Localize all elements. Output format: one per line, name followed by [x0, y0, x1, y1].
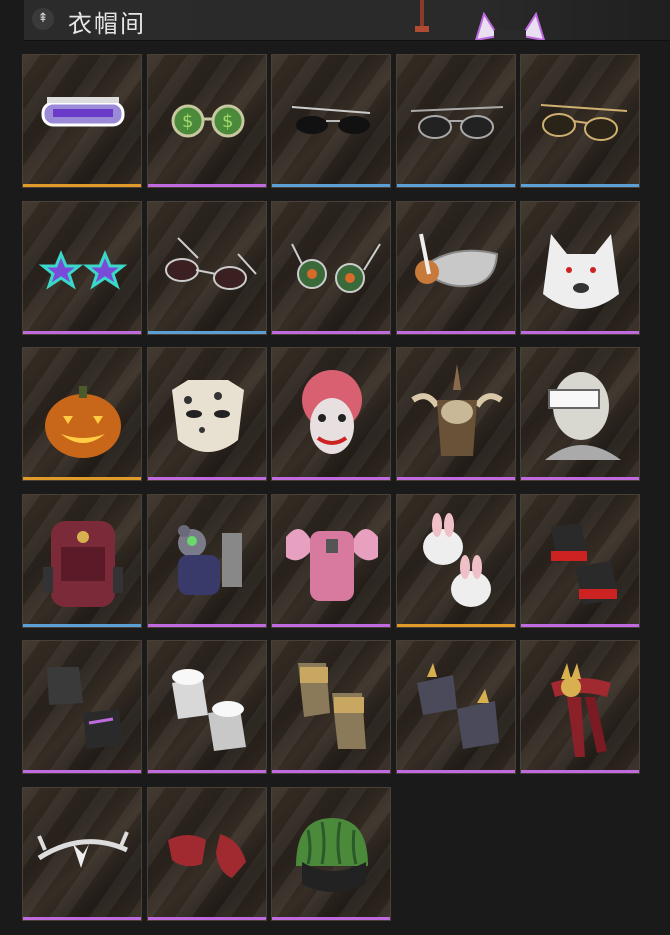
item-slot[interactable]	[520, 493, 641, 628]
rarity-bar	[396, 623, 515, 627]
horned-tribal-helmet-icon	[411, 364, 503, 456]
rarity-bar	[396, 330, 515, 334]
pink-wing-backpack-icon	[286, 528, 379, 601]
item-slot[interactable]	[146, 786, 267, 921]
star-glasses-icon	[38, 249, 128, 290]
item-slot[interactable]	[271, 493, 392, 628]
item-slot[interactable]	[146, 347, 267, 481]
rarity-bar	[521, 770, 640, 773]
item-slot[interactable]	[271, 54, 392, 188]
character-preview-deco	[415, 0, 429, 32]
item-slot[interactable]	[271, 347, 392, 481]
spiked-bracers-icon	[416, 663, 499, 749]
bandaged-visor-head-icon	[545, 372, 622, 460]
pumpkin-head-icon	[45, 386, 121, 458]
rarity-bar	[272, 770, 391, 773]
item-slot[interactable]	[146, 640, 267, 774]
purple-black-gloves-icon	[47, 667, 123, 749]
rarity-bar	[396, 184, 515, 187]
black-sunglasses-icon	[292, 106, 371, 134]
svg-text:$: $	[182, 111, 193, 132]
item-slot[interactable]	[146, 493, 267, 628]
item-slot[interactable]	[22, 640, 142, 774]
red-black-gloves-icon	[551, 522, 620, 605]
aviator-sunglasses-icon	[410, 106, 503, 139]
item-slot[interactable]: $ $	[146, 54, 267, 188]
gold-gauntlets-icon	[298, 663, 367, 749]
hanger-icon: ⇞	[32, 8, 54, 30]
rarity-bar	[272, 330, 391, 334]
rarity-bar	[521, 330, 640, 334]
red-gloves-icon	[167, 833, 246, 878]
watermelon-helmet-icon	[296, 817, 369, 892]
item-slot[interactable]	[395, 54, 516, 188]
rarity-bar	[23, 184, 141, 187]
rarity-bar	[147, 477, 266, 480]
rarity-bar	[396, 477, 515, 480]
visor-goggles-icon	[41, 97, 125, 127]
item-slot[interactable]	[22, 786, 142, 921]
round-star-glasses-icon	[291, 242, 382, 293]
feather-masquerade-mask-icon	[414, 233, 498, 287]
item-slot[interactable]	[22, 200, 142, 335]
item-slot[interactable]	[271, 200, 392, 335]
rarity-bar	[23, 623, 141, 627]
item-slot[interactable]	[22, 54, 142, 188]
item-slot[interactable]	[395, 640, 516, 774]
page-title: 衣帽间	[68, 10, 146, 38]
silver-aviator-glasses-icon	[164, 236, 257, 290]
rarity-bar	[521, 184, 640, 187]
item-slot[interactable]	[520, 347, 641, 481]
gold-aviator-glasses-icon	[541, 104, 628, 141]
wardrobe-header: ⇞ 衣帽间	[24, 0, 670, 41]
rarity-bar	[23, 770, 141, 773]
rarity-bar	[147, 916, 266, 920]
item-slot[interactable]	[271, 786, 392, 921]
item-slot[interactable]	[146, 200, 267, 335]
rarity-bar	[396, 770, 515, 773]
rarity-bar	[272, 477, 391, 480]
item-slot[interactable]	[22, 493, 142, 628]
item-slot[interactable]	[395, 493, 516, 628]
leopard-mask-icon	[171, 380, 244, 452]
bunny-gloves-icon	[422, 512, 491, 607]
silver-tiara-icon	[37, 830, 129, 868]
item-slot[interactable]	[395, 200, 516, 335]
rarity-bar	[23, 477, 141, 480]
rarity-bar	[521, 477, 640, 480]
dollar-glasses-icon: $ $	[171, 104, 245, 138]
cat-ears-deco	[474, 12, 546, 40]
tactical-backpack-icon	[43, 520, 123, 607]
rarity-bar	[521, 623, 640, 627]
rarity-bar	[147, 184, 266, 187]
fur-cuff-gloves-icon	[171, 669, 246, 751]
rarity-bar	[147, 623, 266, 627]
robot-bear-backpack-icon	[177, 524, 242, 595]
item-slot[interactable]	[395, 347, 516, 481]
rarity-bar	[272, 623, 391, 627]
rarity-bar	[147, 330, 266, 334]
item-slot[interactable]	[520, 200, 641, 335]
item-slot[interactable]	[22, 347, 142, 481]
clown-mask-icon	[302, 370, 363, 454]
dragon-sash-icon	[551, 663, 612, 757]
rarity-bar	[147, 770, 266, 773]
rarity-bar	[272, 916, 391, 920]
item-slot[interactable]	[520, 640, 641, 774]
item-slot[interactable]	[271, 640, 392, 774]
rarity-bar	[272, 184, 391, 187]
rarity-bar	[23, 330, 141, 334]
white-wolf-mask-icon	[543, 233, 620, 309]
rarity-bar	[23, 916, 141, 920]
item-slot[interactable]	[520, 54, 641, 188]
svg-text:$: $	[222, 111, 233, 132]
